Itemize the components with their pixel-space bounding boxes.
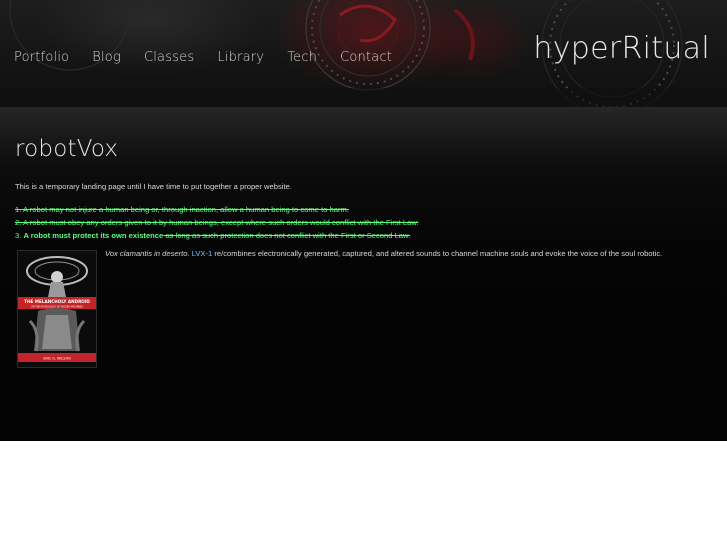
robot-laws-list: 1. A robot may not injure a human being … [15, 203, 419, 242]
nav-classes[interactable]: Classes [144, 49, 194, 67]
intro-text: This is a temporary landing page until I… [15, 182, 292, 191]
law-item-2: 2. A robot must obey any orders given to… [15, 216, 419, 229]
book-cover-title: THE MELANCHOLY ANDROID [24, 299, 90, 304]
project-description: Vox clamantis in deserto. LVX-1 re/combi… [105, 249, 662, 259]
book-cover-art: THE MELANCHOLY ANDROID ON THE PSYCHOLOGY… [18, 251, 96, 367]
site-header: Portfolio Blog Classes Library Tech Cont… [0, 0, 727, 107]
nav-portfolio[interactable]: Portfolio [14, 49, 69, 67]
main-nav: Portfolio Blog Classes Library Tech Cont… [14, 49, 415, 67]
page: Portfolio Blog Classes Library Tech Cont… [0, 0, 727, 545]
book-cover-image[interactable]: THE MELANCHOLY ANDROID ON THE PSYCHOLOGY… [17, 250, 97, 368]
description-rest: re/combines electronically generated, ca… [212, 249, 663, 258]
latin-motto: Vox clamantis in deserto. [105, 249, 190, 258]
book-cover-author: ERIC G. WILSON [43, 357, 71, 361]
page-title: robotVox [15, 136, 119, 162]
site-logo[interactable]: hyperRitual [533, 30, 710, 68]
nav-tech[interactable]: Tech [287, 49, 317, 67]
law-1-text: 1. A robot may not injure a human being … [15, 205, 349, 214]
lvx-1-link[interactable]: LVX-1 [192, 249, 213, 258]
law-3-struck-text: as long as such protection does not conf… [163, 231, 411, 240]
law-item-1: 1. A robot may not injure a human being … [15, 203, 419, 216]
nav-blog[interactable]: Blog [92, 49, 121, 67]
law-3-bold-text: A robot must protect its own existence [23, 231, 164, 240]
law-2-text: 2. A robot must obey any orders given to… [15, 218, 419, 227]
main-content: robotVox This is a temporary landing pag… [0, 107, 727, 441]
nav-contact[interactable]: Contact [340, 49, 392, 67]
law-item-3: 3. A robot must protect its own existenc… [15, 229, 419, 242]
nav-library[interactable]: Library [217, 49, 264, 67]
